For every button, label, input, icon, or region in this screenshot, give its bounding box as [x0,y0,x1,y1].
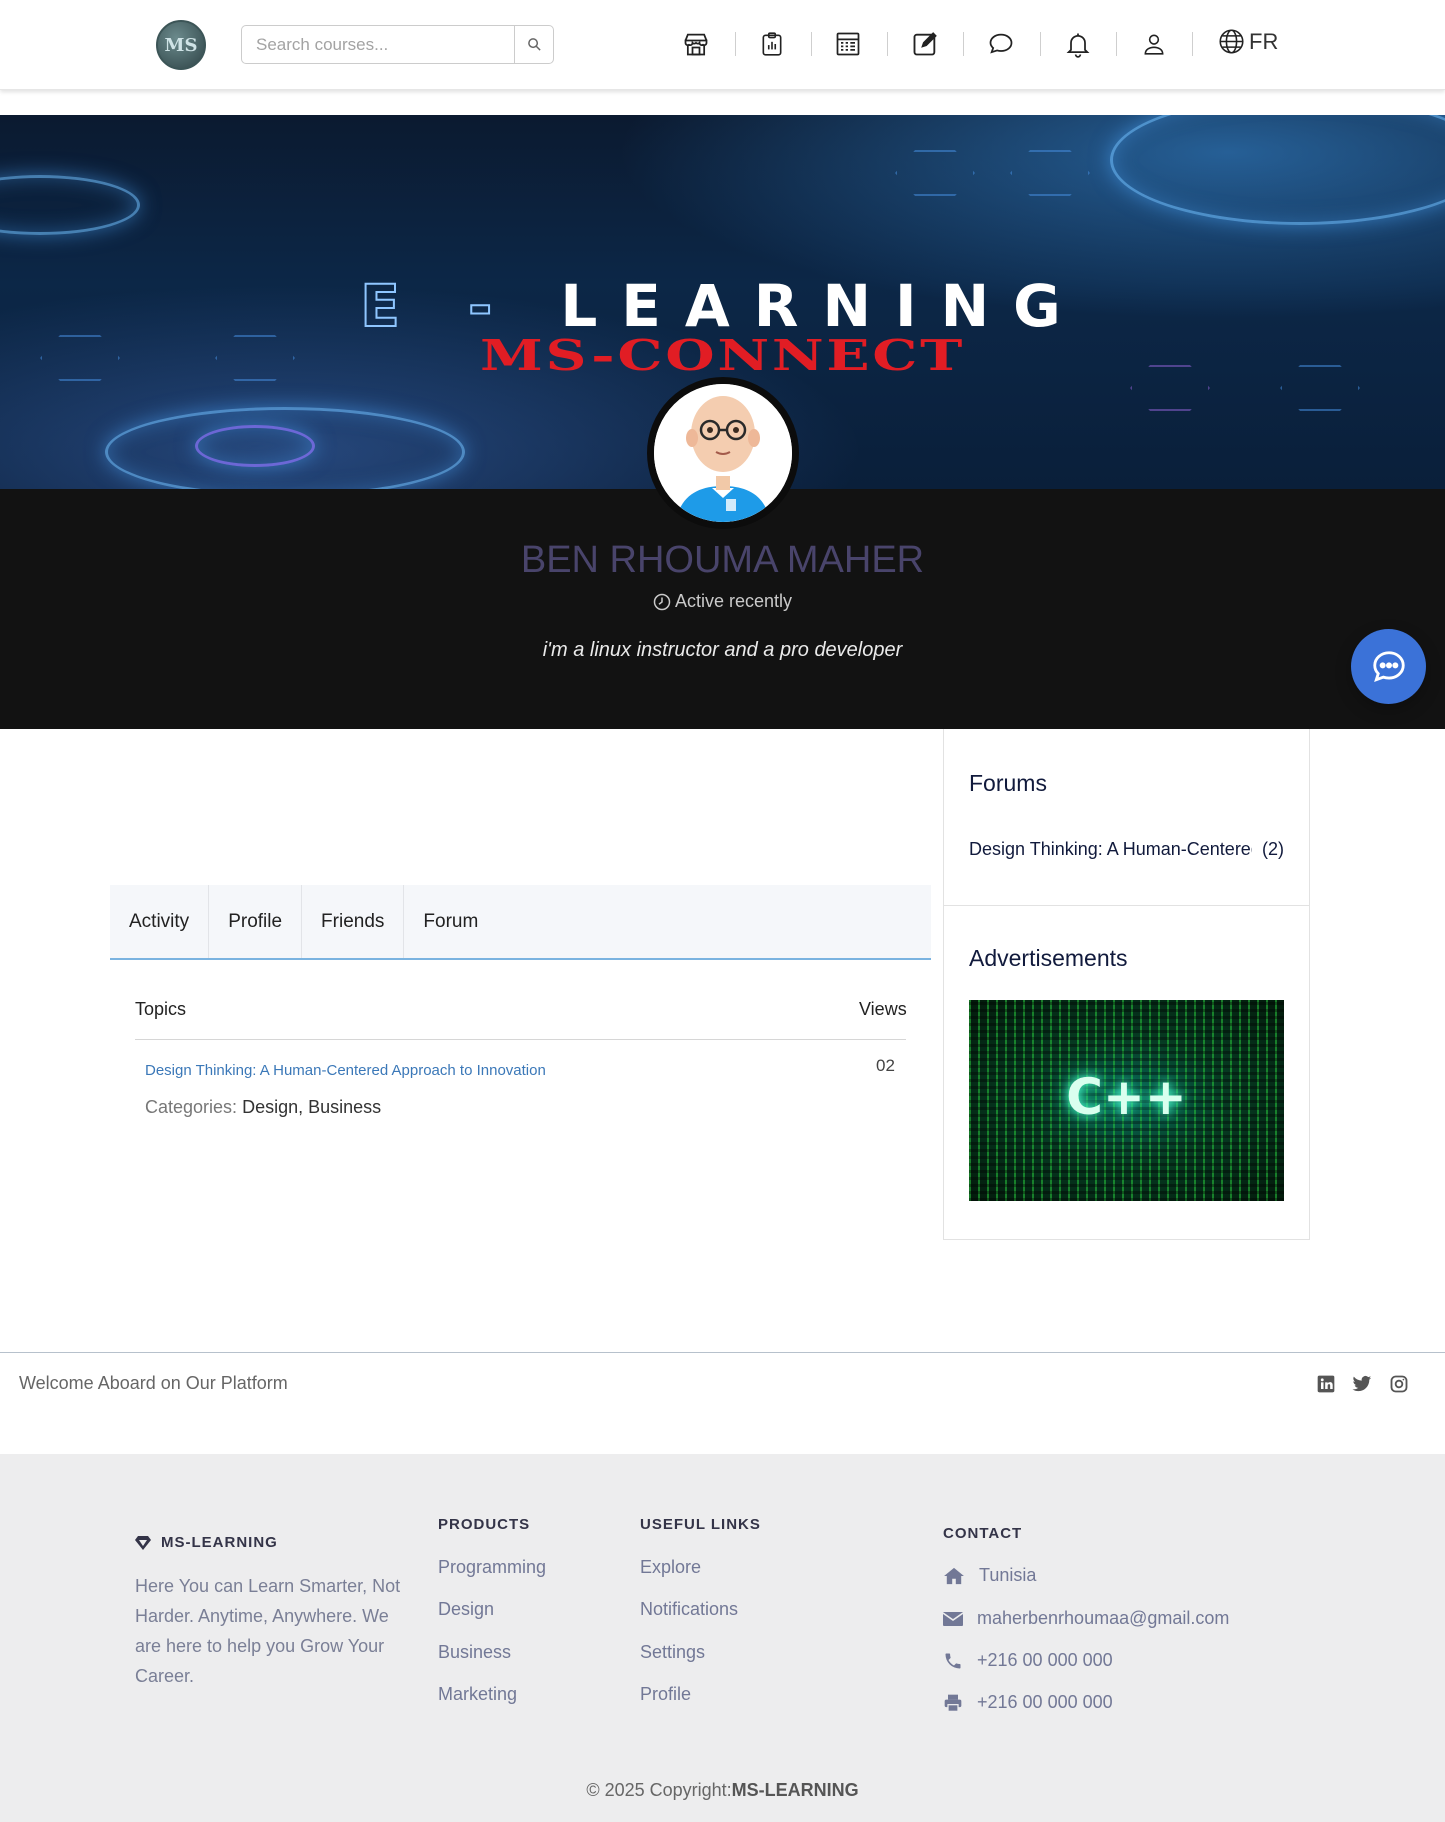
tab-activity[interactable]: Activity [110,885,210,958]
instagram-icon[interactable] [1388,1373,1410,1395]
activity-status: Active recently [0,591,1445,612]
profile-bio: i'm a linux instructor and a pro develop… [542,639,903,661]
footer-link-profile[interactable]: Profile [640,1684,691,1705]
envelope-icon [943,1611,963,1626]
advertisement-image[interactable]: C++ [969,1000,1284,1201]
contact-phone-text: +216 00 000 000 [977,1650,1113,1670]
useful-links-heading: USEFUL LINKS [640,1516,761,1533]
logo-text: MS [164,34,198,56]
copyright-brand[interactable]: MS-LEARNING [732,1780,859,1800]
forum-list-item[interactable]: Design Thinking: A Human-Centered Approa… [969,839,1284,860]
tab-profile[interactable]: Profile [209,885,303,958]
contact-fax: +216 00 000 000 [943,1692,1113,1713]
bell-icon[interactable] [1062,28,1094,60]
language-label: FR [1249,28,1279,54]
copyright-text: © 2025 Copyright: [586,1780,732,1800]
home-icon [944,1567,964,1584]
copyright: © 2025 Copyright:MS-LEARNING [0,1780,1445,1801]
avatar [647,377,799,529]
topic-categories: Categories: Design, Business [145,1097,382,1117]
footer-link-explore[interactable]: Explore [640,1557,701,1578]
twitter-icon[interactable] [1351,1373,1373,1395]
forums-heading: Forums [969,770,1047,796]
globe-icon [1219,29,1244,54]
nav-separator [1116,32,1117,56]
banner-subtitle: MS-CONNECT [479,331,966,380]
printer-icon [944,1694,962,1712]
contact-address: Tunisia [943,1565,1036,1586]
topics-column-header: Topics [135,999,187,1019]
tab-forum[interactable]: Forum [404,885,497,958]
footer-link-design[interactable]: Design [438,1599,494,1620]
banner-decoration [1010,150,1090,196]
search-input[interactable] [241,25,514,64]
contact-email-text[interactable]: maherbenrhoumaa@gmail.com [977,1608,1229,1629]
banner-decoration [895,150,975,196]
advertisements-heading: Advertisements [969,945,1128,971]
profile-tabs: Activity Profile Friends Forum [110,885,931,960]
linkedin-icon[interactable] [1315,1373,1337,1395]
search-button[interactable] [514,25,554,64]
footer-brand-name: MS-LEARNING [161,1534,278,1551]
avatar-illustration [654,384,792,522]
chat-icon[interactable] [985,28,1017,60]
banner-decoration [1110,115,1445,225]
footer-link-notifications[interactable]: Notifications [640,1599,738,1620]
sidebar-divider [943,905,1310,906]
nav-separator [963,32,964,56]
views-column-header: Views [859,999,907,1019]
footer-link-marketing[interactable]: Marketing [438,1684,517,1705]
footer-welcome: Welcome Aboard on Our Platform [19,1373,288,1393]
banner-title-main: LEARNING [560,272,1085,340]
banner-title-prefix: E - [359,271,517,341]
category-link[interactable]: Design [242,1097,298,1117]
calculator-icon[interactable] [832,28,864,60]
activity-status-text: Active recently [674,591,793,611]
store-icon[interactable] [680,28,712,60]
banner-title: E - LEARNING [0,271,1445,341]
categories-label: Categories: [145,1097,238,1117]
site-logo[interactable]: MS [156,20,206,70]
footer-link-programming[interactable]: Programming [438,1557,546,1578]
clipboard-chart-icon[interactable] [756,28,788,60]
forum-title[interactable]: Design Thinking: A Human-Centered Approa… [969,839,1252,860]
footer-brand-text: Here You can Learn Smarter, Not Harder. … [135,1576,401,1686]
topic-views: 02 [876,1056,895,1075]
banner-decoration [195,425,315,467]
footer-link-business[interactable]: Business [438,1642,511,1663]
chat-fab-button[interactable] [1351,629,1426,704]
search-icon [527,38,541,51]
nav-separator [1040,32,1041,56]
profile-name: BEN RHOUMA MAHER [520,539,925,581]
nav-separator [1192,32,1193,56]
contact-address-text: Tunisia [979,1565,1037,1585]
banner-decoration [0,175,140,235]
advertisement-text: C++ [1066,1068,1187,1126]
nav-separator [735,32,736,56]
contact-phone: +216 00 000 000 [943,1650,1113,1671]
edit-icon[interactable] [909,28,941,60]
top-navbar: MS FR [0,0,1445,90]
contact-heading: CONTACT [943,1525,1023,1542]
forum-count: (2) [1262,839,1284,859]
contact-fax-text: +216 00 000 000 [977,1692,1113,1712]
footer-top-bar [0,1352,1445,1454]
contact-email[interactable]: maherbenrhoumaa@gmail.com [943,1608,1229,1629]
footer-link-settings[interactable]: Settings [640,1642,705,1663]
products-heading: PRODUCTS [438,1516,531,1533]
nav-separator [887,32,888,56]
category-link[interactable]: Business [308,1097,381,1117]
nav-separator [811,32,812,56]
user-icon[interactable] [1138,28,1170,60]
chat-bubble-icon [1372,650,1405,682]
phone-icon [945,1653,961,1668]
language-switcher[interactable]: FR [1218,28,1278,55]
table-divider [135,1039,906,1040]
footer-brand: MS-LEARNING [135,1534,278,1551]
gem-icon [135,1535,151,1550]
topic-link[interactable]: Design Thinking: A Human-Centered Approa… [145,1062,546,1079]
clock-icon [653,593,671,610]
tab-friends[interactable]: Friends [302,885,405,958]
